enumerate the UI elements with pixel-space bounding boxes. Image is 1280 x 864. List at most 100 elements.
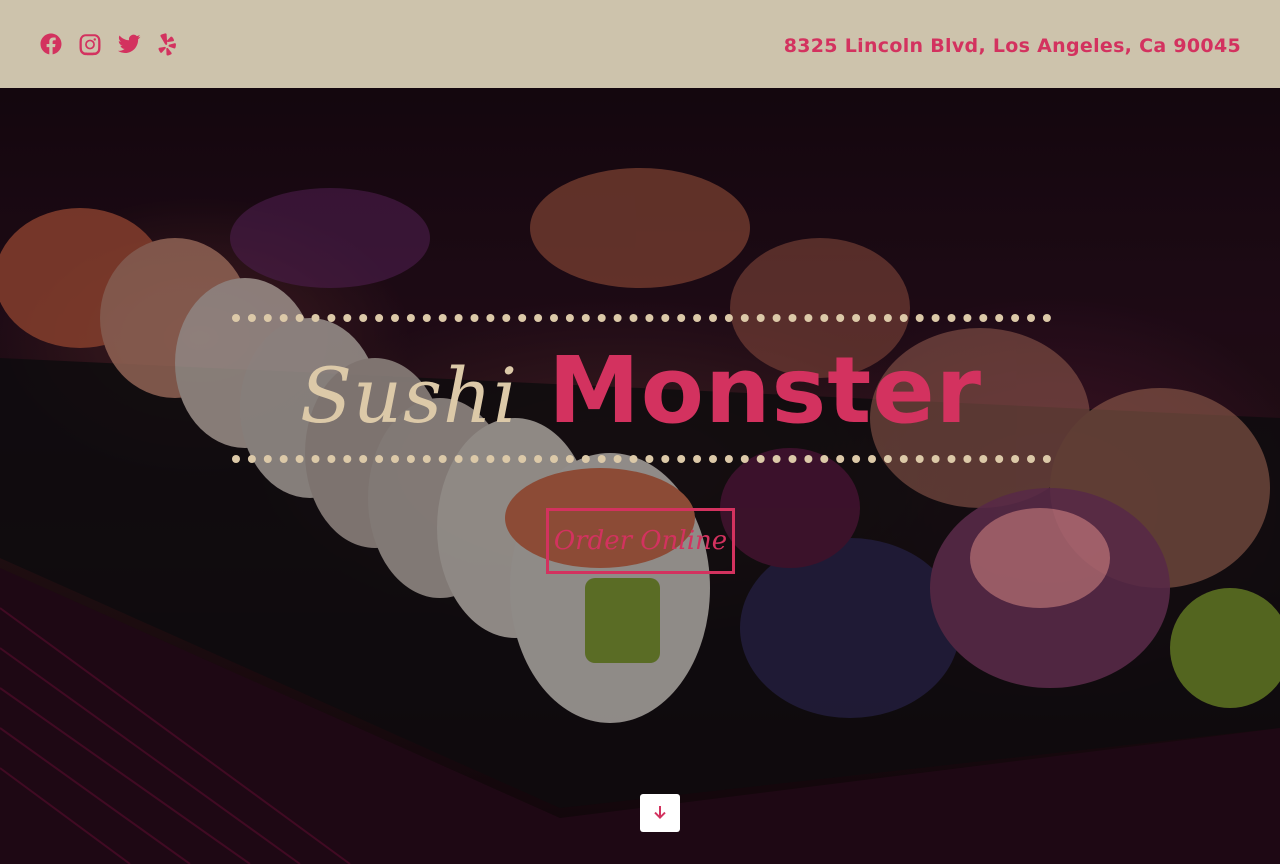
divider-dot xyxy=(406,314,415,322)
divider-dot xyxy=(693,455,702,463)
divider-dot xyxy=(915,314,924,322)
divider-dot xyxy=(454,314,463,322)
divider-dot xyxy=(263,455,272,463)
divider-dot xyxy=(550,314,558,322)
arrow-down-icon xyxy=(654,806,666,819)
dotted-divider-top xyxy=(232,314,1051,322)
divider-dot xyxy=(581,455,590,463)
divider-dot xyxy=(899,314,908,322)
divider-dot xyxy=(724,314,733,322)
divider-dot xyxy=(597,314,606,322)
divider-dot xyxy=(661,314,670,322)
divider-dot xyxy=(375,314,384,322)
divider-dot xyxy=(740,314,749,322)
divider-dot xyxy=(963,455,972,463)
divider-dot xyxy=(852,455,861,463)
divider-dot xyxy=(947,314,956,322)
divider-dot xyxy=(438,455,447,463)
divider-dot xyxy=(677,455,686,463)
divider-dot xyxy=(772,314,781,322)
divider-dot xyxy=(979,455,988,463)
divider-dot xyxy=(820,455,829,463)
divider-dot xyxy=(375,455,384,463)
divider-dot xyxy=(295,314,304,322)
divider-dot xyxy=(565,314,574,322)
divider-dot xyxy=(883,455,892,463)
divider-dot xyxy=(359,314,368,322)
divider-dot xyxy=(756,314,765,322)
yelp-icon[interactable] xyxy=(156,32,180,56)
divider-dot xyxy=(263,314,272,322)
divider-dot xyxy=(772,455,781,463)
divider-dot xyxy=(1042,455,1051,463)
divider-dot xyxy=(995,314,1004,322)
divider-dot xyxy=(311,314,320,322)
divider-dot xyxy=(613,314,622,322)
divider-dot xyxy=(438,314,447,322)
twitter-icon[interactable] xyxy=(117,32,141,56)
divider-dot xyxy=(486,314,495,322)
divider-dot xyxy=(629,455,638,463)
divider-dot xyxy=(232,455,240,463)
divider-dot xyxy=(931,314,940,322)
divider-dot xyxy=(327,314,336,322)
divider-dot xyxy=(963,314,972,322)
divider-dot xyxy=(279,455,288,463)
divider-dot xyxy=(422,314,431,322)
social-links xyxy=(39,32,180,56)
divider-dot xyxy=(502,314,511,322)
title-bold: Monster xyxy=(548,337,983,444)
divider-dot xyxy=(756,455,765,463)
divider-dot xyxy=(883,314,892,322)
divider-dot xyxy=(836,455,845,463)
divider-dot xyxy=(820,314,829,322)
divider-dot xyxy=(995,455,1004,463)
title-block: Sushi Monster xyxy=(230,310,1052,470)
dotted-divider-bottom xyxy=(232,455,1051,463)
hero-section: Sushi Monster Order Online xyxy=(0,88,1280,864)
divider-dot xyxy=(629,314,638,322)
divider-dot xyxy=(454,455,463,463)
divider-dot xyxy=(804,314,813,322)
divider-dot xyxy=(868,455,876,463)
top-bar: 8325 Lincoln Blvd, Los Angeles, Ca 90045 xyxy=(0,0,1280,88)
divider-dot xyxy=(247,314,256,322)
instagram-icon[interactable] xyxy=(78,32,102,56)
divider-dot xyxy=(486,455,495,463)
divider-dot xyxy=(724,455,733,463)
divider-dot xyxy=(788,455,797,463)
divider-dot xyxy=(518,314,527,322)
divider-dot xyxy=(581,314,590,322)
divider-dot xyxy=(502,455,511,463)
divider-dot xyxy=(613,455,622,463)
divider-dot xyxy=(518,455,527,463)
divider-dot xyxy=(343,455,352,463)
divider-dot xyxy=(327,455,336,463)
order-online-button[interactable]: Order Online xyxy=(546,508,735,574)
divider-dot xyxy=(804,455,813,463)
facebook-icon[interactable] xyxy=(39,32,63,56)
site-title: Sushi Monster xyxy=(230,329,1052,451)
divider-dot xyxy=(868,314,876,322)
divider-dot xyxy=(1027,455,1035,463)
divider-dot xyxy=(470,455,479,463)
scroll-down-button[interactable] xyxy=(640,794,680,832)
divider-dot xyxy=(979,314,988,322)
divider-dot xyxy=(677,314,686,322)
divider-dot xyxy=(947,455,956,463)
divider-dot xyxy=(359,455,368,463)
divider-dot xyxy=(1011,455,1020,463)
divider-dot xyxy=(391,314,399,322)
divider-dot xyxy=(534,455,543,463)
divider-dot xyxy=(899,455,908,463)
divider-dot xyxy=(391,455,399,463)
divider-dot xyxy=(470,314,479,322)
divider-dot xyxy=(550,455,558,463)
divider-dot xyxy=(295,455,304,463)
divider-dot xyxy=(1042,314,1051,322)
divider-dot xyxy=(406,455,415,463)
divider-dot xyxy=(740,455,749,463)
divider-dot xyxy=(232,314,240,322)
divider-dot xyxy=(931,455,940,463)
divider-dot xyxy=(645,314,654,322)
